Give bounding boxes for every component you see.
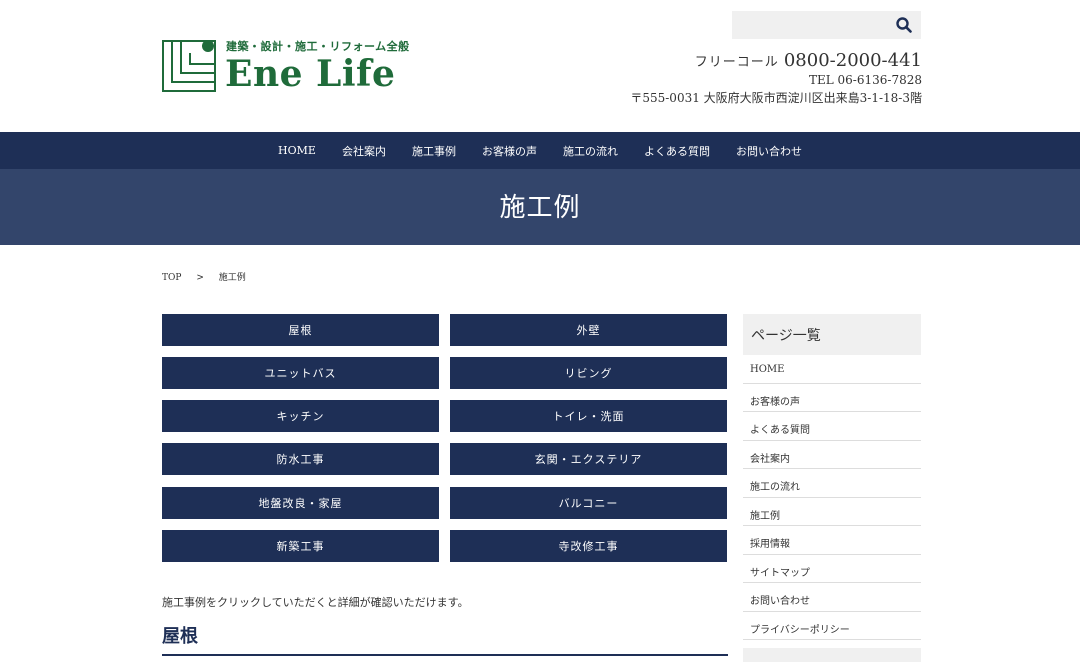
page-title: 施工例 — [499, 193, 581, 223]
search-box — [732, 11, 921, 39]
sidebar-item-flow[interactable]: 施工の流れ — [743, 469, 921, 498]
category-button-waterproofing[interactable]: 防水工事 — [162, 443, 439, 475]
breadcrumb-current: 施工例 — [218, 273, 246, 283]
sidebar-next-block — [743, 648, 921, 662]
category-button-roof[interactable]: 屋根 — [162, 314, 439, 346]
sidebar-item-sitemap[interactable]: サイトマップ — [743, 555, 921, 583]
category-button-temple[interactable]: 寺改修工事 — [450, 530, 727, 562]
address: 〒555-0031 大阪府大阪市西淀川区出来島3-1-18-3階 — [630, 91, 922, 105]
logo-name: Ene Life — [225, 53, 396, 95]
nav-item-flow[interactable]: 施工の流れ — [550, 143, 631, 159]
category-button-kitchen[interactable]: キッチン — [162, 400, 439, 432]
site-logo[interactable]: 建築・設計・施工・リフォーム全般 Ene Life — [162, 36, 409, 96]
freecall-label: フリーコール — [694, 55, 779, 70]
site-header: 建築・設計・施工・リフォーム全般 Ene Life フリーコール 0800-20… — [0, 0, 1080, 132]
contact-info: フリーコール 0800-2000-441 TEL 06-6136-7828 〒5… — [630, 50, 922, 106]
global-nav: HOME 会社案内 施工事例 お客様の声 施工の流れ よくある質問 お問い合わせ — [0, 132, 1080, 169]
page-banner: 施工例 — [0, 169, 1080, 245]
category-button-ground[interactable]: 地盤改良・家屋 — [162, 487, 439, 519]
sidebar-item-home[interactable]: HOME — [743, 355, 921, 384]
category-button-exterior-wall[interactable]: 外壁 — [450, 314, 727, 346]
breadcrumb: TOP > 施工例 — [162, 270, 258, 283]
tel-number: TEL 06-6136-7828 — [808, 73, 922, 87]
nav-item-home[interactable]: HOME — [265, 144, 329, 157]
sidebar-heading: ページ一覧 — [743, 314, 921, 355]
sidebar-item-privacy[interactable]: プライバシーポリシー — [743, 612, 921, 640]
sidebar-item-contact[interactable]: お問い合わせ — [743, 583, 921, 612]
nav-item-faq[interactable]: よくある質問 — [631, 143, 723, 159]
category-button-toilet[interactable]: トイレ・洗面 — [450, 400, 727, 432]
search-icon[interactable] — [896, 17, 912, 33]
category-button-living[interactable]: リビング — [450, 357, 727, 389]
nav-item-contact[interactable]: お問い合わせ — [723, 143, 815, 159]
breadcrumb-top-link[interactable]: TOP — [162, 273, 181, 283]
sidebar-item-company[interactable]: 会社案内 — [743, 441, 921, 469]
nav-item-works[interactable]: 施工事例 — [399, 143, 469, 159]
sidebar-item-voice[interactable]: お客様の声 — [743, 384, 921, 412]
sidebar-item-recruit[interactable]: 採用情報 — [743, 526, 921, 555]
intro-text: 施工事例をクリックしていただくと詳細が確認いただけます。 — [162, 596, 469, 609]
section-title: 屋根 — [162, 626, 198, 647]
sidebar-item-faq[interactable]: よくある質問 — [743, 412, 921, 441]
sidebar-item-works[interactable]: 施工例 — [743, 498, 921, 526]
category-button-balcony[interactable]: バルコニー — [450, 487, 727, 519]
category-button-new-build[interactable]: 新築工事 — [162, 530, 439, 562]
section-divider — [162, 654, 728, 656]
freecall: フリーコール 0800-2000-441 — [630, 50, 922, 71]
sidebar: ページ一覧 HOME お客様の声 よくある質問 会社案内 施工の流れ 施工例 採… — [743, 314, 921, 640]
search-input[interactable] — [732, 11, 892, 39]
nav-item-voice[interactable]: お客様の声 — [469, 143, 550, 159]
logo-mark-icon — [162, 40, 216, 92]
nav-item-company[interactable]: 会社案内 — [329, 143, 399, 159]
freecall-number[interactable]: 0800-2000-441 — [784, 50, 922, 71]
breadcrumb-separator: > — [196, 273, 204, 283]
category-button-entrance[interactable]: 玄関・エクステリア — [450, 443, 727, 475]
category-button-unit-bath[interactable]: ユニットバス — [162, 357, 439, 389]
